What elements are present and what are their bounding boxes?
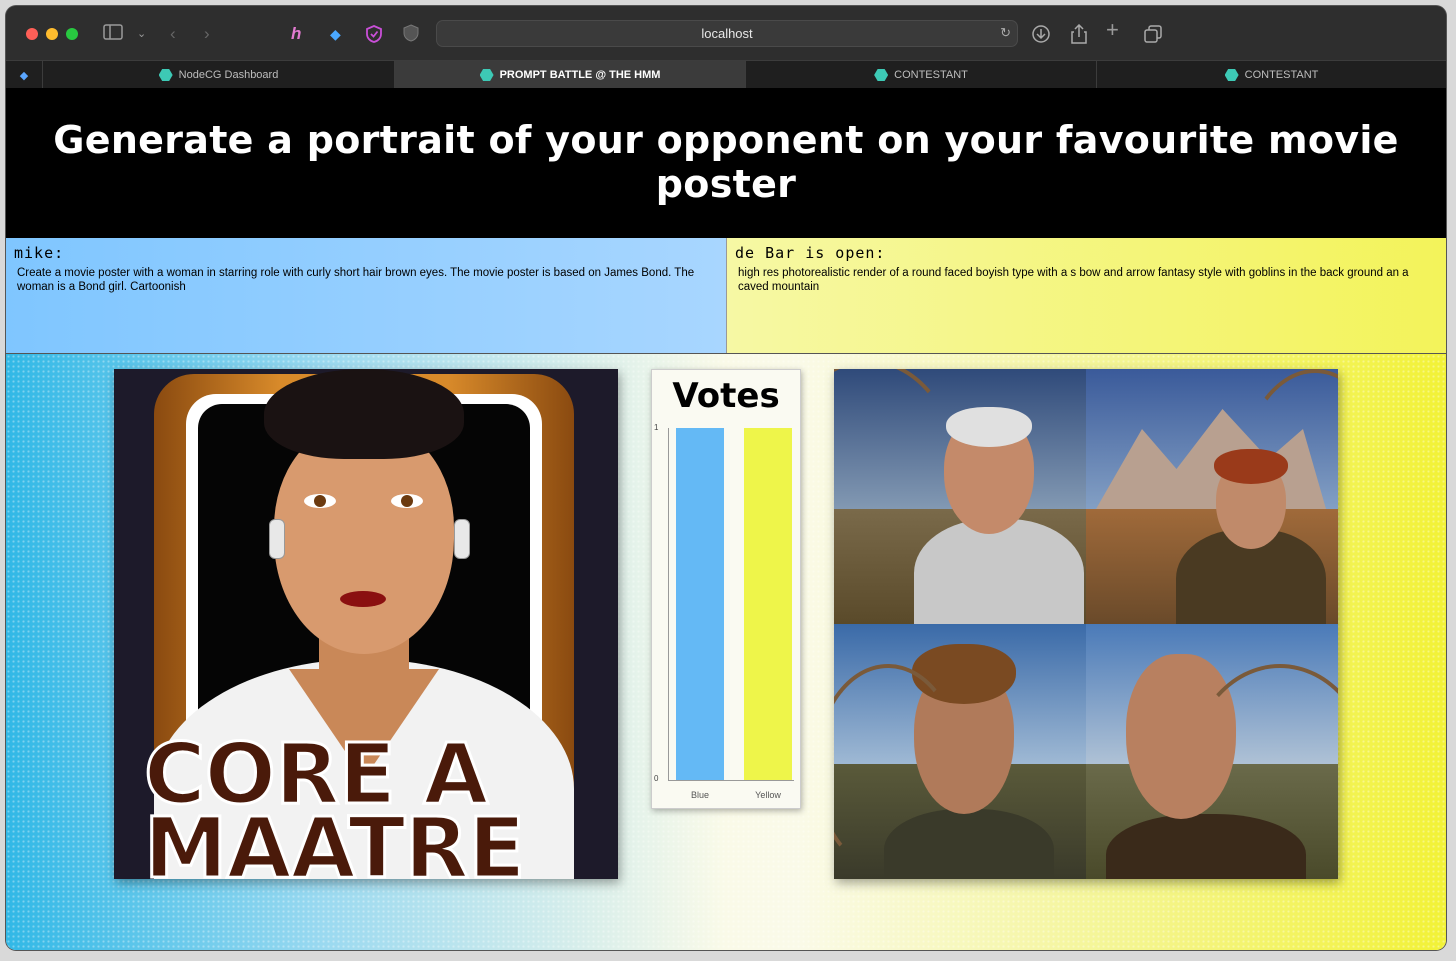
gem-extension-icon[interactable]: ◆ [330, 24, 341, 44]
contestant-prompt: high res photorealistic render of a roun… [738, 267, 1409, 293]
chevron-down-icon[interactable]: ⌄ [137, 24, 146, 44]
poster-title: CORE A MAATRE [143, 731, 604, 880]
votes-title: Votes [672, 376, 780, 416]
reload-icon[interactable]: ↻ [1000, 25, 1011, 41]
address-bar[interactable]: localhost ↻ [436, 20, 1018, 47]
back-icon[interactable]: ‹ [170, 24, 176, 44]
x-tick-label: Blue [690, 790, 709, 800]
tab-label: CONTESTANT [1244, 69, 1319, 81]
privacy-shield-icon[interactable] [403, 24, 419, 47]
shield-check-icon[interactable] [364, 24, 384, 49]
tab-label: PROMPT BATTLE @ THE HMM [499, 69, 661, 81]
x-tick-label: Yellow [755, 790, 781, 800]
battle-stage: CORE A MAATRE Votes 1 0 Blue Yellow [6, 353, 1446, 950]
pinned-tab[interactable]: ◆ [6, 61, 42, 89]
tab-nodecg-dashboard[interactable]: NodeCG Dashboard [42, 61, 394, 89]
nodecg-logo-icon [1224, 69, 1239, 81]
nodecg-logo-icon [158, 69, 173, 81]
poster-title-line: MAATRE [143, 799, 527, 880]
new-tab-icon[interactable]: + [1106, 19, 1119, 41]
close-window-button[interactable] [26, 28, 38, 40]
tab-bar: ◆ NodeCG Dashboard PROMPT BATTLE @ THE H… [6, 60, 1446, 89]
sidebar-icon[interactable] [103, 24, 123, 45]
nodecg-logo-icon [479, 69, 494, 81]
contestant-prompt: Create a movie poster with a woman in st… [17, 267, 695, 293]
extension-h-icon[interactable]: h [291, 24, 301, 44]
y-tick-label: 1 [654, 423, 659, 432]
address-text: localhost [701, 26, 753, 41]
y-axis [668, 428, 669, 780]
share-icon[interactable] [1070, 23, 1088, 49]
zoom-window-button[interactable] [66, 28, 78, 40]
forward-icon[interactable]: › [204, 24, 210, 44]
nodecg-logo-icon [874, 69, 889, 81]
contestant-name: de Bar is open: [735, 244, 886, 262]
header-banner: Generate a portrait of your opponent on … [6, 88, 1446, 238]
tab-label: NodeCG Dashboard [178, 69, 279, 81]
browser-toolbar: ⌄ ‹ › h ◆ localhost ↻ + [6, 6, 1446, 60]
tab-prompt-battle[interactable]: PROMPT BATTLE @ THE HMM [394, 61, 745, 89]
contestant-blue-panel: mike: Create a movie poster with a woman… [6, 238, 726, 353]
download-icon[interactable] [1031, 24, 1051, 49]
tab-contestant-1[interactable]: CONTESTANT [745, 61, 1096, 89]
x-axis [668, 780, 794, 781]
tab-contestant-2[interactable]: CONTESTANT [1096, 61, 1446, 89]
blue-generated-image: CORE A MAATRE [114, 369, 618, 879]
contestant-name: mike: [14, 244, 65, 262]
tab-label: CONTESTANT [894, 69, 968, 81]
contestant-yellow-panel: de Bar is open: high res photorealistic … [726, 238, 1446, 353]
vote-bar-blue [676, 428, 724, 780]
yellow-generated-image [834, 369, 1338, 879]
votes-chart: Votes 1 0 Blue Yellow [651, 369, 801, 809]
page-title: Generate a portrait of your opponent on … [53, 118, 1399, 206]
page-content: Generate a portrait of your opponent on … [6, 88, 1446, 950]
y-tick-label: 0 [654, 774, 659, 783]
gem-extension-icon: ◆ [19, 69, 29, 82]
minimize-window-button[interactable] [46, 28, 58, 40]
browser-window: ⌄ ‹ › h ◆ localhost ↻ + ◆ NodeCG Dashboa… [6, 6, 1446, 950]
vote-bar-yellow [744, 428, 792, 780]
tab-overview-icon[interactable] [1143, 24, 1163, 49]
